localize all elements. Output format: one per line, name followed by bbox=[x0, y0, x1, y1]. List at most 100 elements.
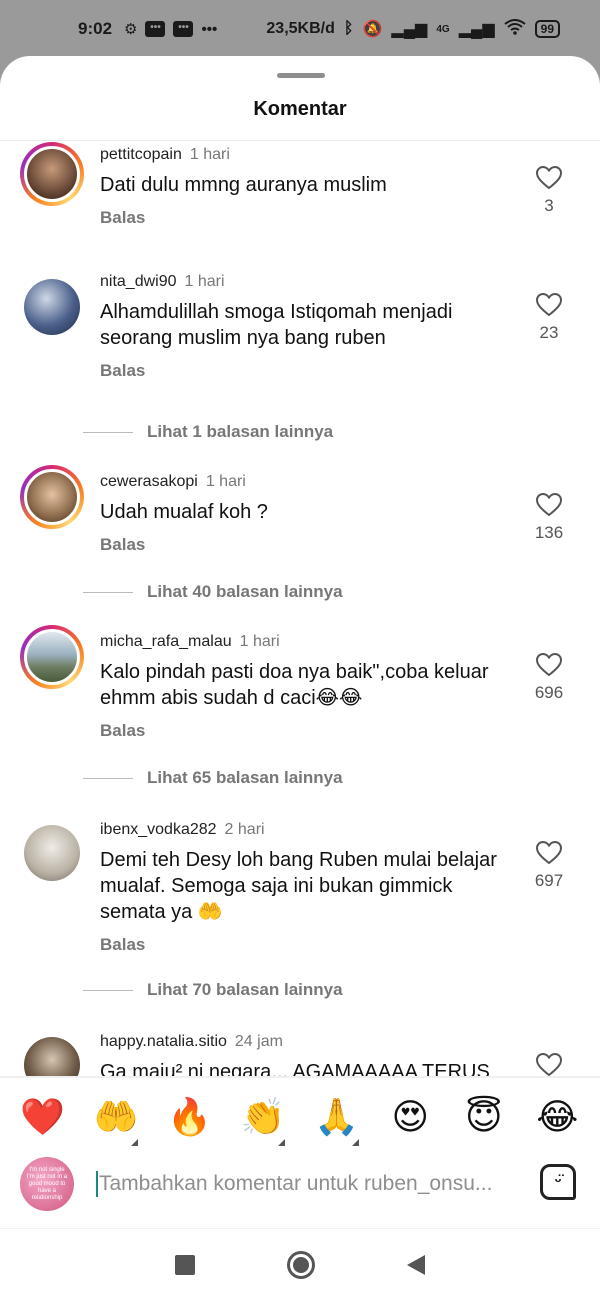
reply-button[interactable]: Balas bbox=[100, 535, 510, 555]
comment-input[interactable]: Tambahkan komentar untuk ruben_onsu... bbox=[96, 1169, 506, 1199]
comment-meta: happy.natalia.sitio 24 jam bbox=[100, 1033, 510, 1051]
home-button[interactable] bbox=[287, 1250, 315, 1279]
quick-reaction-bar: ❤️ 🤲 🔥 👏 🙏 😍 😇 😂 bbox=[0, 1090, 600, 1146]
text-caret bbox=[96, 1171, 98, 1197]
message-icon: ••• bbox=[145, 21, 166, 37]
divider bbox=[83, 989, 133, 991]
comment-username[interactable]: nita_dwi90 bbox=[100, 273, 177, 290]
avatar[interactable] bbox=[20, 1033, 84, 1076]
like-button[interactable]: 23 bbox=[524, 293, 574, 343]
divider bbox=[83, 777, 133, 779]
view-more-replies[interactable]: Lihat 40 balasan lainnya bbox=[83, 573, 600, 611]
comment-text: Ga maju² ni negara... AGAMAAAAA TERUS bbox=[100, 1061, 490, 1076]
tears-of-joy-emoji[interactable]: 😂 bbox=[529, 1096, 585, 1138]
variant-indicator bbox=[351, 1139, 359, 1146]
comment-time: 1 hari bbox=[205, 473, 246, 490]
comment-item: cewerasakopi 1 hari Udah mualaf koh ? Bal… bbox=[0, 451, 600, 573]
my-avatar: I'm not single I'm just not in a good mo… bbox=[20, 1157, 74, 1211]
sheet-title: Komentar bbox=[253, 98, 347, 120]
reply-button[interactable]: Balas bbox=[100, 361, 510, 381]
like-count: 697 bbox=[534, 871, 564, 890]
avatar[interactable] bbox=[20, 142, 84, 206]
heart-icon bbox=[536, 1053, 562, 1076]
comment-meta: cewerasakopi 1 hari bbox=[100, 473, 510, 491]
comment-meta: micha_rafa_malau 1 hari bbox=[100, 633, 510, 651]
view-more-replies-label: Lihat 1 balasan lainnya bbox=[147, 422, 334, 441]
heart-eyes-emoji[interactable]: 😍 bbox=[382, 1096, 438, 1138]
reply-button[interactable]: Balas bbox=[100, 208, 510, 228]
fire-emoji[interactable]: 🔥 bbox=[162, 1096, 218, 1138]
signal-icon: ▂▄▆ bbox=[458, 21, 495, 38]
more-icon: ••• bbox=[201, 20, 218, 38]
back-button[interactable] bbox=[407, 1254, 425, 1275]
halo-emoji[interactable]: 😇 bbox=[456, 1096, 512, 1138]
comment-text: Alhamdulillah smoga Istiqomah menjadi se… bbox=[100, 301, 453, 349]
heart-icon bbox=[536, 653, 562, 677]
comment-username[interactable]: micha_rafa_malau bbox=[100, 633, 232, 650]
folded-hands-emoji[interactable]: 🙏 bbox=[309, 1096, 365, 1146]
avatar-image bbox=[24, 469, 80, 525]
recent-apps-button[interactable] bbox=[175, 1254, 195, 1275]
comment-text: Kalo pindah pasti doa nya baik",coba kel… bbox=[100, 661, 489, 709]
comment-username[interactable]: cewerasakopi bbox=[100, 473, 198, 490]
comment-time: 24 jam bbox=[234, 1033, 283, 1050]
reply-button[interactable]: Balas bbox=[100, 721, 510, 741]
like-count: 23 bbox=[539, 323, 559, 342]
clapping-hands-emoji[interactable]: 👏 bbox=[235, 1096, 291, 1146]
divider bbox=[0, 140, 600, 141]
avatar[interactable] bbox=[20, 625, 84, 689]
comment-composer: I'm not single I'm just not in a good mo… bbox=[0, 1152, 600, 1216]
avatar[interactable] bbox=[20, 275, 84, 339]
avatar-caption: I'm not single I'm just not in a good mo… bbox=[26, 1166, 68, 1201]
comment-list[interactable]: pettitcopain 1 hari Dati dulu mmng aurany… bbox=[0, 142, 600, 1076]
avatar-image bbox=[24, 825, 80, 881]
comment-username[interactable]: happy.natalia.sitio bbox=[100, 1033, 227, 1050]
avatar[interactable] bbox=[20, 465, 84, 529]
view-more-replies-label: Lihat 40 balasan lainnya bbox=[147, 582, 343, 601]
divider bbox=[83, 431, 133, 433]
like-button[interactable]: 697 bbox=[524, 841, 574, 891]
variant-indicator bbox=[131, 1139, 139, 1146]
comment-item: happy.natalia.sitio 24 jam Ga maju² ni ne… bbox=[0, 1009, 600, 1076]
like-count: 136 bbox=[534, 523, 564, 542]
comment-meta: pettitcopain 1 hari bbox=[100, 146, 510, 164]
comment-meta: ibenx_vodka282 2 hari bbox=[100, 821, 510, 839]
like-button[interactable]: 136 bbox=[524, 493, 574, 543]
network-type: 4G bbox=[436, 23, 450, 35]
palms-up-emoji[interactable]: 🤲 bbox=[88, 1096, 144, 1146]
comment-input-placeholder: Tambahkan komentar untuk ruben_onsu... bbox=[99, 1172, 493, 1195]
system-nav-bar bbox=[0, 1228, 600, 1300]
status-bar: 9:02 ⚙ ••• ••• ••• 23,5KB/d ᛒ 🔕 ▂▄▆ 4G ▂… bbox=[0, 0, 600, 64]
divider bbox=[0, 1076, 600, 1078]
drag-handle[interactable] bbox=[277, 73, 325, 78]
network-speed: 23,5KB/d bbox=[266, 20, 335, 37]
like-button[interactable]: 3 bbox=[524, 166, 574, 216]
battery-icon: 99 bbox=[534, 20, 560, 38]
avatar-image bbox=[24, 629, 80, 685]
comment-item: nita_dwi90 1 hari Alhamdulillah smoga Ist… bbox=[0, 249, 600, 421]
avatar[interactable] bbox=[20, 821, 84, 885]
comment-time: 1 hari bbox=[184, 273, 225, 290]
reply-button[interactable]: Balas bbox=[100, 935, 510, 955]
like-button[interactable]: 696 bbox=[524, 653, 574, 703]
avatar-image bbox=[24, 1037, 80, 1076]
heart-icon bbox=[536, 493, 562, 517]
view-more-replies[interactable]: Lihat 65 balasan lainnya bbox=[83, 759, 600, 797]
comment-item: pettitcopain 1 hari Dati dulu mmng aurany… bbox=[0, 142, 600, 249]
comment-text: Dati dulu mmng auranya muslim bbox=[100, 174, 387, 196]
sticker-icon[interactable]: ᵕ̈ bbox=[540, 1164, 576, 1200]
comment-text: Udah mualaf koh ? bbox=[100, 501, 268, 523]
avatar-image bbox=[24, 146, 80, 202]
variant-indicator bbox=[278, 1139, 286, 1146]
view-more-replies[interactable]: Lihat 70 balasan lainnya bbox=[83, 971, 600, 1009]
comment-time: 1 hari bbox=[239, 633, 280, 650]
like-button[interactable] bbox=[524, 1053, 574, 1076]
red-heart-emoji[interactable]: ❤️ bbox=[15, 1096, 71, 1138]
mute-icon: 🔕 bbox=[362, 21, 383, 38]
comment-username[interactable]: pettitcopain bbox=[100, 146, 182, 163]
signal-icon: ▂▄▆ bbox=[391, 21, 428, 38]
heart-icon bbox=[536, 293, 562, 317]
comment-meta: nita_dwi90 1 hari bbox=[100, 273, 510, 291]
comment-username[interactable]: ibenx_vodka282 bbox=[100, 821, 217, 838]
view-more-replies-label: Lihat 70 balasan lainnya bbox=[147, 980, 343, 999]
